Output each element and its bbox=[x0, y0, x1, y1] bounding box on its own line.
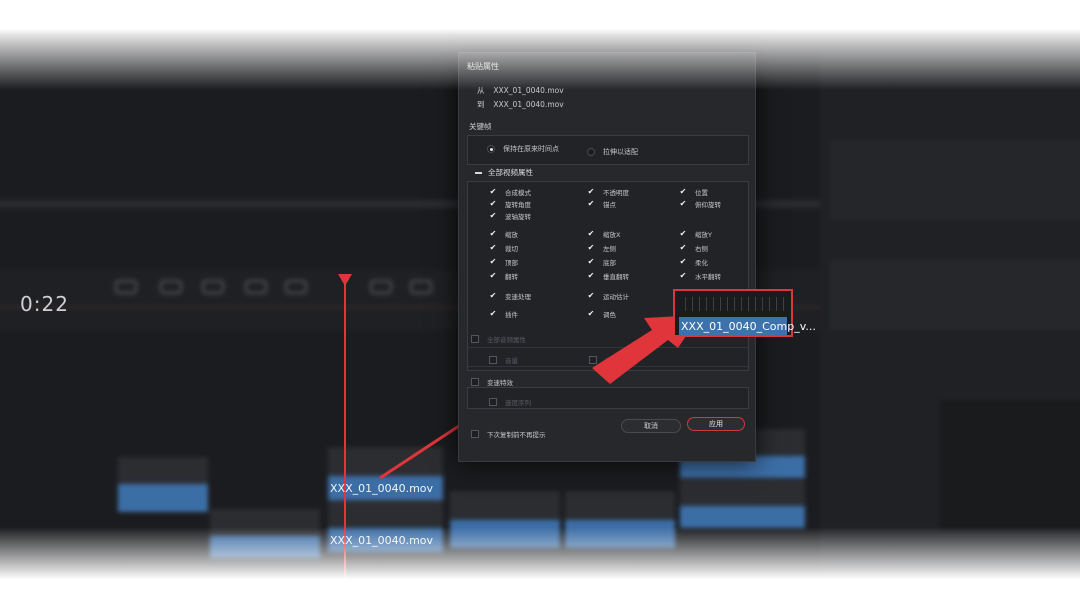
dragged-clip-callout: XXX_01_0040_Comp_v... bbox=[673, 289, 816, 337]
highlight-arrow-icon bbox=[592, 315, 700, 384]
callout-clip-label: XXX_01_0040_Comp_v... bbox=[681, 320, 816, 333]
audio-waveform bbox=[679, 297, 787, 311]
